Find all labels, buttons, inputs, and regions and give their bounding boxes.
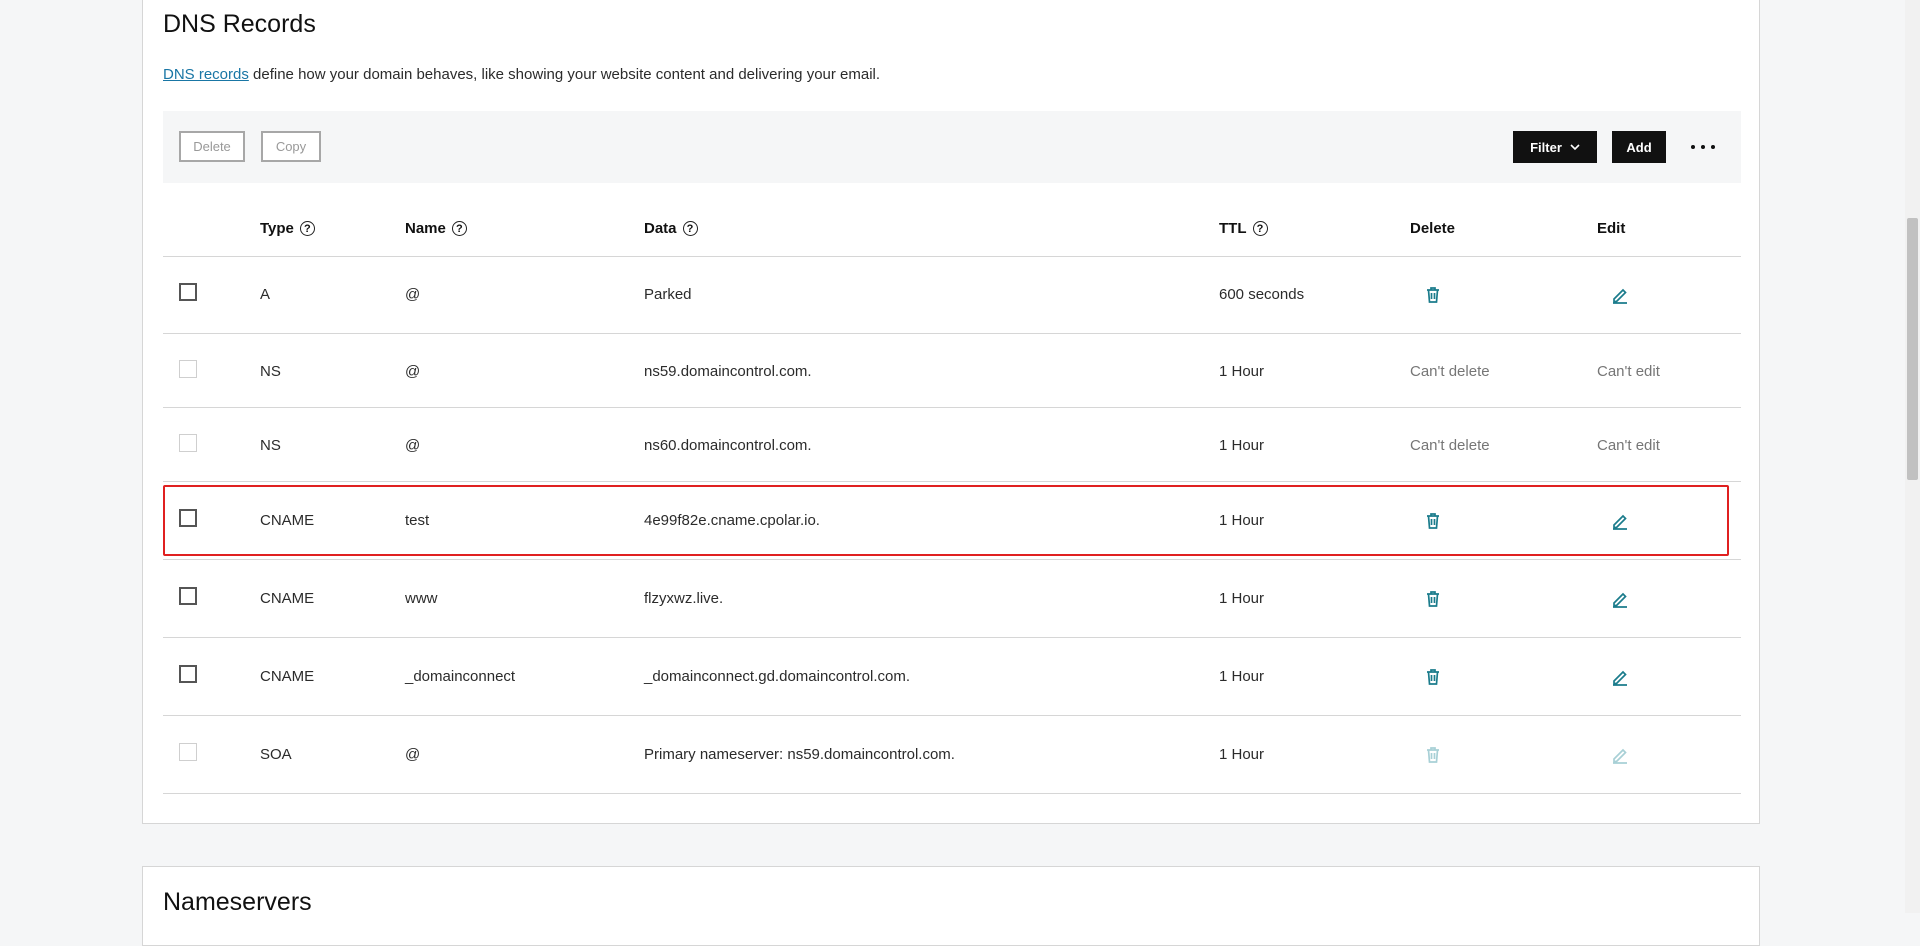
record-data: flzyxwz.live. (644, 590, 724, 607)
copy-selected-button[interactable]: Copy (261, 131, 321, 162)
dns-records-link[interactable]: DNS records (163, 66, 249, 83)
record-name: @ (405, 286, 421, 303)
help-icon[interactable]: ? (299, 221, 315, 236)
record-ttl: 1 Hour (1219, 363, 1265, 380)
column-data-label: Data (644, 220, 677, 237)
record-type: CNAME (260, 512, 315, 529)
trash-icon[interactable] (1423, 667, 1443, 687)
column-delete: Delete (1410, 220, 1455, 237)
chevron-down-icon (1570, 143, 1580, 150)
record-name: @ (405, 437, 421, 454)
record-name: @ (405, 363, 421, 380)
intro-text: DNS records define how your domain behav… (163, 66, 880, 83)
record-data: ns60.domaincontrol.com. (644, 437, 812, 454)
records-toolbar: Delete Copy Filter Add (163, 111, 1741, 183)
record-type: NS (260, 363, 281, 380)
column-data: Data ? (644, 220, 698, 237)
row-checkbox (179, 360, 197, 378)
column-delete-label: Delete (1410, 220, 1456, 237)
filter-label: Filter (1530, 139, 1562, 155)
record-data: _domainconnect.gd.domaincontrol.com. (644, 668, 910, 685)
table-row: CNAME _domainconnect _domainconnect.gd.d… (163, 638, 1741, 716)
pencil-icon[interactable] (1610, 285, 1630, 305)
column-ttl-label: TTL (1219, 220, 1247, 237)
page-title: DNS Records (163, 10, 316, 38)
scrollbar-thumb[interactable] (1907, 218, 1918, 480)
record-type: A (260, 286, 271, 303)
row-checkbox[interactable] (179, 283, 197, 301)
column-edit: Edit (1597, 220, 1625, 237)
record-type: SOA (260, 746, 292, 763)
dns-records-table: Type ? Name ? Data ? TTL ? Delete Edit A… (163, 206, 1741, 794)
pencil-icon[interactable] (1610, 667, 1630, 687)
row-checkbox (179, 434, 197, 452)
record-ttl: 600 seconds (1219, 286, 1305, 303)
pencil-icon (1613, 748, 1627, 764)
column-type: Type ? (260, 220, 315, 237)
table-row: NS @ ns60.domaincontrol.com. 1 Hour Can'… (163, 408, 1741, 482)
table-row: A @ Parked 600 seconds (163, 257, 1741, 334)
record-ttl: 1 Hour (1219, 668, 1265, 685)
record-name: _domainconnect (405, 668, 516, 685)
cant-delete-text: Can't delete (1410, 437, 1490, 454)
table-header: Type ? Name ? Data ? TTL ? Delete Edit (163, 206, 1741, 257)
record-ttl: 1 Hour (1219, 437, 1265, 454)
record-ttl: 1 Hour (1219, 512, 1265, 529)
row-checkbox (179, 743, 197, 761)
column-type-label: Type (260, 220, 294, 237)
record-ttl: 1 Hour (1219, 746, 1265, 763)
trash-icon[interactable] (1423, 511, 1443, 531)
record-data: 4e99f82e.cname.cpolar.io. (644, 512, 820, 529)
column-ttl: TTL ? (1219, 220, 1268, 237)
help-icon[interactable]: ? (451, 221, 467, 236)
delete-selected-button[interactable]: Delete (179, 131, 245, 162)
trash-icon[interactable] (1423, 285, 1443, 305)
record-type: CNAME (260, 668, 315, 685)
row-checkbox[interactable] (179, 509, 197, 527)
help-icon[interactable]: ? (682, 221, 698, 236)
trash-icon[interactable] (1423, 589, 1443, 609)
table-row: CNAME www flzyxwz.live. 1 Hour (163, 560, 1741, 638)
column-name-label: Name (405, 220, 446, 237)
intro-description: define how your domain behaves, like sho… (248, 66, 881, 83)
record-type: CNAME (260, 590, 315, 607)
trash-icon (1427, 747, 1439, 763)
record-name: test (405, 512, 430, 529)
pencil-icon[interactable] (1610, 589, 1630, 609)
record-data: Primary nameserver: ns59.domaincontrol.c… (644, 746, 955, 763)
table-row: SOA @ Primary nameserver: ns59.domaincon… (163, 716, 1741, 794)
record-name: www (405, 590, 438, 607)
nameservers-card (142, 866, 1760, 946)
table-row: CNAME test 4e99f82e.cname.cpolar.io. 1 H… (163, 482, 1741, 560)
record-type: NS (260, 437, 281, 454)
pencil-icon[interactable] (1610, 511, 1630, 531)
row-checkbox[interactable] (179, 665, 197, 683)
cant-delete-text: Can't delete (1410, 363, 1490, 380)
cant-edit-text: Can't edit (1597, 437, 1660, 454)
cant-edit-text: Can't edit (1597, 363, 1660, 380)
record-data: Parked (644, 286, 692, 303)
table-row: NS @ ns59.domaincontrol.com. 1 Hour Can'… (163, 334, 1741, 408)
column-name: Name ? (405, 220, 467, 237)
record-name: @ (405, 746, 421, 763)
add-record-button[interactable]: Add (1612, 131, 1666, 163)
help-icon[interactable]: ? (1252, 221, 1268, 236)
filter-button[interactable]: Filter (1513, 131, 1597, 163)
record-data: ns59.domaincontrol.com. (644, 363, 812, 380)
column-edit-label: Edit (1597, 220, 1626, 237)
row-checkbox[interactable] (179, 587, 197, 605)
record-ttl: 1 Hour (1219, 590, 1265, 607)
ellipsis-icon[interactable] (1691, 137, 1715, 157)
